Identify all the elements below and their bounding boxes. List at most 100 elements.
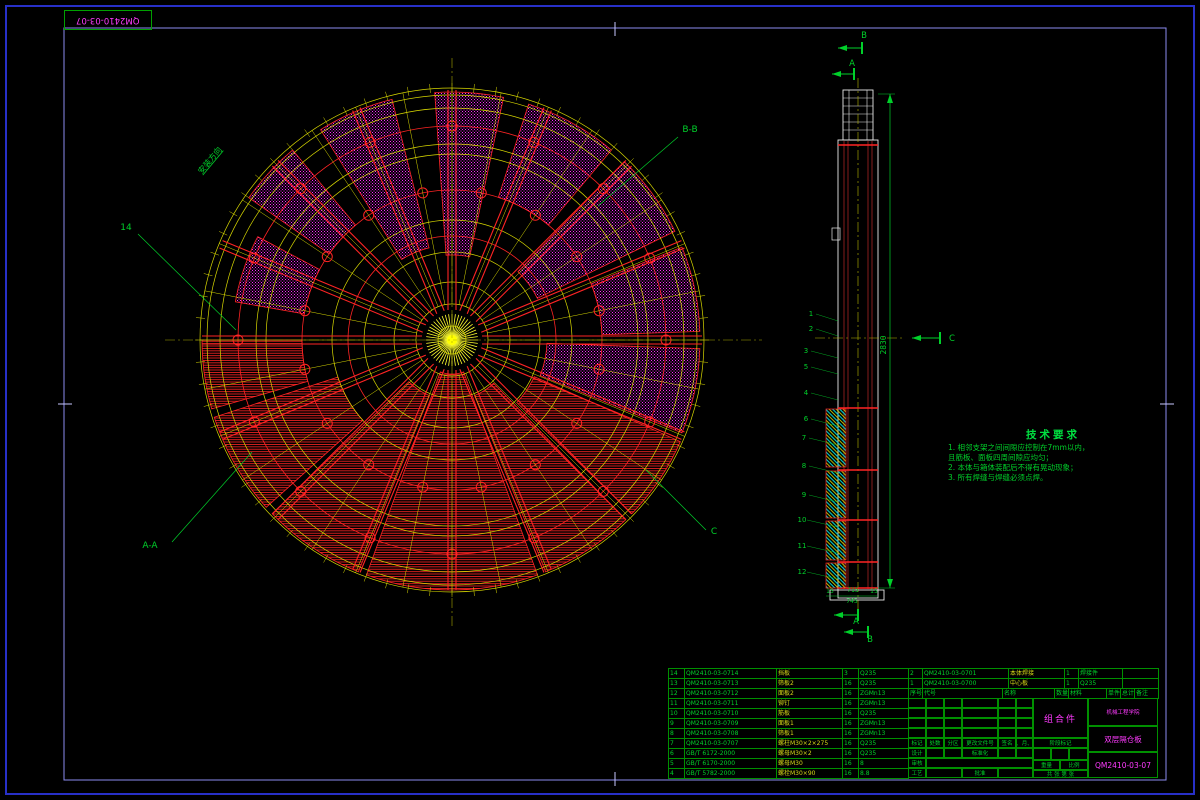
cad-sheet: B A A B C 2830 1 2 3 5 4 6 7 8 9 10 11 12 15 715 15 745 B-B A-… <box>0 0 1200 800</box>
drawing-number-corner: QM2410-03-07 <box>76 15 140 25</box>
section-label: 14 <box>120 223 132 233</box>
bom-cell: QM2410-03-0711 <box>684 698 776 708</box>
bom-cell: 筛板1 <box>776 728 842 738</box>
section-arrow-label: C <box>949 334 955 344</box>
bom-cell: QM2410-03-0714 <box>684 668 776 678</box>
drawing-number: QM2410-03-07 <box>1088 752 1158 778</box>
bom-cell: ZGMn13 <box>858 698 908 708</box>
title-block-cell <box>908 728 926 738</box>
title-block-cell <box>1051 748 1069 760</box>
bom-cell: 单件 <box>1106 688 1120 698</box>
product-name: 双层隔仓板 <box>1088 726 1158 752</box>
callout-leader <box>810 392 839 401</box>
bom-cell: 中心板 <box>1008 678 1064 688</box>
revision-header-cell: 标记 <box>908 738 926 748</box>
bom-cell: 11 <box>668 698 684 708</box>
revision-header-cell: 签名 <box>998 738 1016 748</box>
bom-cell: 4 <box>668 768 684 778</box>
section-arrow-label: B <box>861 31 867 41</box>
table-row: 7 QM2410-03-0707 螺柱M30×2×275 16 Q235 <box>668 738 908 748</box>
part-callout: 5 <box>804 363 808 371</box>
spoke <box>204 290 417 334</box>
bom-cell: 面板2 <box>776 688 842 698</box>
part-callout: 2 <box>809 325 813 333</box>
bom-cell: 12 <box>668 688 684 698</box>
title-block-cell <box>908 708 926 718</box>
title-block-cell <box>998 768 1033 778</box>
tech-req-line: 3. 所有焊缝与焊缝必须点焊。 <box>948 473 1048 482</box>
title-block-cell <box>998 698 1016 708</box>
bom-cell: Q235 <box>1078 678 1122 688</box>
title-block-cell <box>962 728 998 738</box>
title-block-cell: 设计 <box>908 748 926 758</box>
title-block-cell <box>944 718 962 728</box>
rim-tick <box>198 295 208 298</box>
part-callout: 10 <box>798 516 807 524</box>
part-callout: 7 <box>802 434 806 442</box>
table-row: 1 QM2410-03-0700 中心板 1 Q235 <box>908 678 1158 688</box>
bom-cell: Q235 <box>858 748 908 758</box>
bom-cell: 16 <box>842 738 858 748</box>
tech-req-title: 技术要求 <box>1026 429 1080 441</box>
section-label: A-A <box>142 541 158 551</box>
table-row: 4 GB/T 5782-2000 螺栓M30×90 16 8.8 <box>668 768 908 778</box>
bom-cell: 数量 <box>1054 688 1068 698</box>
bom-cell: 16 <box>842 718 858 728</box>
bom-cell: GB/T 6170-2000 <box>684 758 776 768</box>
title-block-cell: 审核 <box>908 758 926 768</box>
table-row: 9 QM2410-03-0709 面板1 16 ZGMn13 <box>668 718 908 728</box>
parts-list-left: 14 QM2410-03-0714 挡板 3 Q235 13 QM2410-03-0713 筛… <box>668 668 909 779</box>
table-row: 13 QM2410-03-0713 筛板2 16 Q235 <box>668 678 908 688</box>
rim-tick <box>195 317 205 319</box>
title-block-cell: 批准 <box>962 768 998 778</box>
assembly-name: 组合件 <box>1033 698 1088 738</box>
bom-cell: Q235 <box>858 678 908 688</box>
bom-cell: 总计 <box>1120 688 1134 698</box>
rim-tick <box>270 158 277 165</box>
part-callout: 12 <box>798 568 807 576</box>
bom-cell: ZGMn13 <box>858 718 908 728</box>
bom-cell: QM2410-03-0710 <box>684 708 776 718</box>
title-block-cell <box>926 718 944 728</box>
bom-cell: QM2410-03-0700 <box>922 678 1008 688</box>
part-callout: 4 <box>804 389 809 397</box>
dimension-text: 715 <box>847 587 859 594</box>
bom-cell: 8 <box>668 728 684 738</box>
bom-cell: 1 <box>908 678 922 688</box>
direction-note: 安装方向 <box>196 145 224 176</box>
rim-tick <box>494 86 497 96</box>
title-block-cell <box>926 708 944 718</box>
bom-cell: 代号 <box>922 688 1002 698</box>
part-callout: 3 <box>804 347 808 355</box>
bom-cell: 6 <box>668 748 684 758</box>
leader-line <box>171 451 253 543</box>
bom-cell: 螺母M30 <box>776 758 842 768</box>
bom-cell: QM2410-03-0707 <box>684 738 776 748</box>
table-row: 11 QM2410-03-0711 铆钉 16 ZGMn13 <box>668 698 908 708</box>
title-block-cell <box>926 758 1033 768</box>
section-arrow-label: A <box>853 617 859 627</box>
title-block-cell: 标准化 <box>962 748 998 758</box>
bom-cell: Q235 <box>858 738 908 748</box>
title-block-cell <box>1016 748 1033 758</box>
bom-cell: 螺柱M30×2×275 <box>776 738 842 748</box>
scale-label: 比例 <box>1060 760 1088 770</box>
title-block-cell <box>998 728 1016 738</box>
bom-cell: 本体焊接 <box>1008 668 1064 678</box>
rim-tick <box>699 361 709 363</box>
table-row: 2 QM2410-03-0701 本体焊接 1 焊接件 <box>908 668 1158 678</box>
part-callout: 9 <box>802 491 806 499</box>
title-block-cell <box>962 708 998 718</box>
section-arrow-label: B <box>867 635 873 645</box>
sheets-label: 共 张 第 张 <box>1033 770 1088 778</box>
rim-tick <box>696 382 706 385</box>
grate-sector-holes <box>434 91 505 258</box>
bom-cell: 5 <box>668 758 684 768</box>
title-block-cell <box>998 718 1016 728</box>
callout-leader <box>815 328 839 337</box>
dimension-text: 745 <box>846 598 858 605</box>
bom-cell: 铆钉 <box>776 698 842 708</box>
part-callout: 6 <box>804 415 809 423</box>
revision-header-cell: 更改文件号 <box>962 738 998 748</box>
leader-line <box>645 469 707 531</box>
